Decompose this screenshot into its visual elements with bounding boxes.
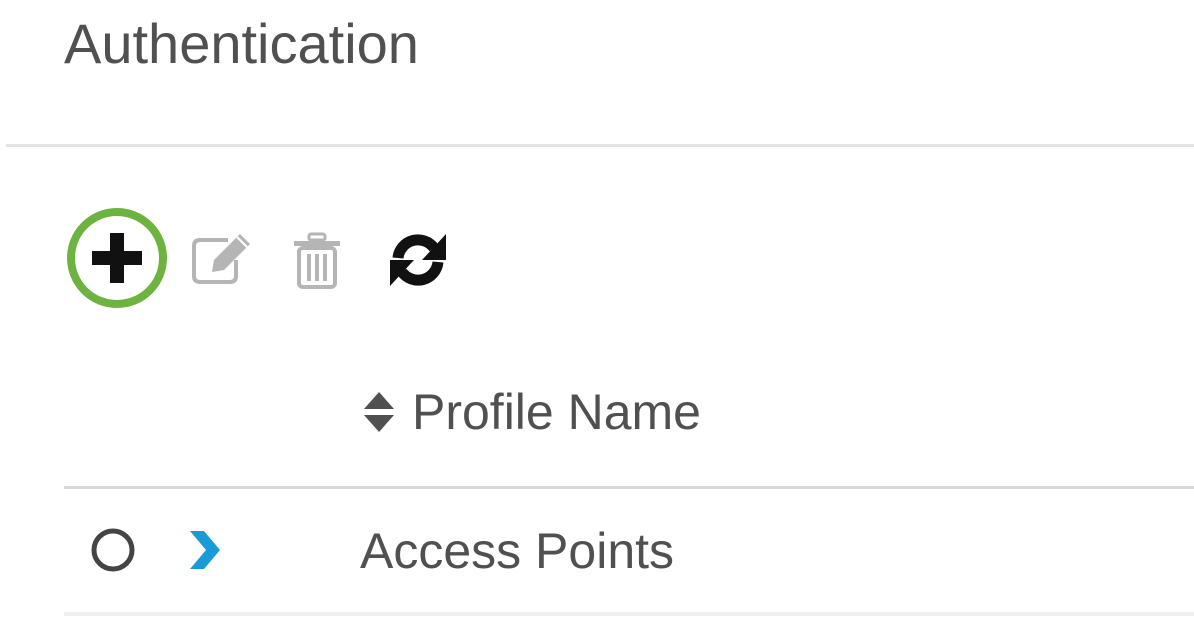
page-title: Authentication <box>64 12 419 75</box>
edit-button[interactable] <box>190 230 256 286</box>
edit-icon <box>192 234 250 284</box>
refresh-icon <box>390 234 446 286</box>
row-radio-button[interactable] <box>90 527 136 573</box>
column-label: Profile Name <box>412 384 701 440</box>
header-divider <box>6 144 1194 147</box>
column-header-profile-name[interactable]: Profile Name <box>362 380 701 444</box>
profile-name-cell: Access Points <box>360 523 675 579</box>
add-button[interactable] <box>66 207 168 309</box>
table-row[interactable]: Access Points <box>64 489 1194 613</box>
refresh-button[interactable] <box>386 230 450 290</box>
delete-button[interactable] <box>292 232 342 290</box>
chevron-right-icon[interactable] <box>184 527 224 573</box>
trash-icon <box>294 232 340 289</box>
row-divider <box>64 612 1194 616</box>
plus-circle-icon <box>67 208 167 308</box>
sort-icon <box>364 392 394 432</box>
